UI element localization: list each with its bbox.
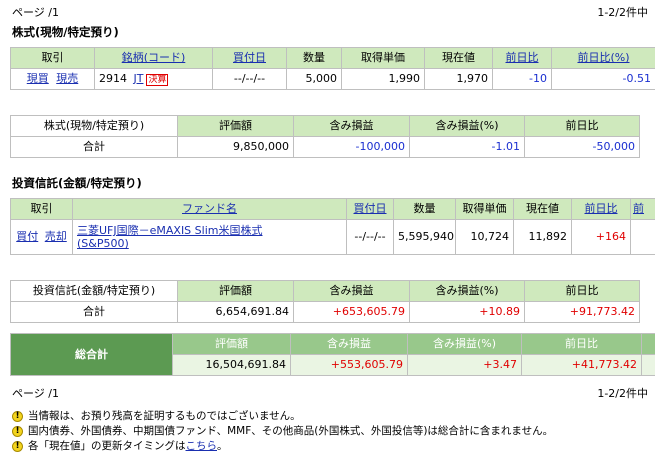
col-cost: 取得単価 [455,198,514,220]
note-item: ! 当情報は、お預り残高を証明するものではございません。 [12,409,652,424]
pager-bottom: ページ /1 1-2/2件中 [12,387,648,401]
page-indicator: ページ /1 [12,387,59,400]
table-row: 現買 現売 2914 JT 決算 --/--/-- 5,000 1,990 1,9… [10,68,655,90]
grand-day-change: +41,773.42 [521,354,642,376]
current-price: 11,892 [513,219,572,255]
buy-date: --/--/-- [346,219,394,255]
quantity: 5,000 [286,68,342,90]
funds-unrealized-pct: +10.89 [409,301,525,323]
result-count: 1-2/2件中 [597,6,648,19]
funds-summary-label: 投資信託(金額/特定預り) [10,280,178,302]
stocks-unrealized-pct: -1.01 [409,136,525,158]
cost-price: 1,990 [341,68,425,90]
grand-valuation: 16,504,691.84 [172,354,291,376]
grand-total-table: 総合計 評価額 含み損益 含み損益(%) 前日比 16,504,691.84 +… [10,333,655,376]
funds-table: 取引 ファンド名 買付日 数量 取得単価 現在値 前日比 前 買付 売却 三菱U… [10,198,655,255]
funds-header-row: 取引 ファンド名 買付日 数量 取得単価 現在値 前日比 前 [10,198,655,220]
day-change: +164 [571,219,631,255]
col-day-change: 前日比 [521,333,642,355]
col-day-change: 前日比 [524,280,640,302]
note-text: 国内債券、外国債券、中期国債ファンド、MMF、その他商品(外国株式、外国投信等)… [28,425,554,438]
sort-by-change-pct-link[interactable]: 前 [633,202,644,215]
col-day-change: 前日比 [524,115,640,137]
quantity: 5,595,940 [393,219,456,255]
total-label: 合計 [10,301,178,323]
col-trade: 取引 [10,198,73,220]
note-text: 当情報は、お預り残高を証明するものではございません。 [28,410,301,423]
warning-icon: ! [12,411,23,422]
col-unrealized: 含み損益 [290,333,408,355]
warning-icon: ! [12,441,23,452]
fund-name-line1: 三菱UFJ国際－eMAXIS Slim米国株式 [77,224,263,237]
stocks-summary-label: 株式(現物/特定預り) [10,115,178,137]
col-valuation: 評価額 [177,115,294,137]
stocks-header-row: 取引 銘柄(コード) 買付日 数量 取得単価 現在値 前日比 前日比(%) [10,47,655,69]
fund-sell-link[interactable]: 売却 [45,230,67,243]
stocks-summary-table: 株式(現物/特定預り) 評価額 含み損益 含み損益(%) 前日比 合計 9,85… [10,115,640,158]
stocks-day-change: -50,000 [524,136,640,158]
stocks-valuation: 9,850,000 [177,136,294,158]
stocks-section-title: 株式(現物/特定預り) [12,25,119,39]
stock-code: 2914 [99,72,127,85]
grand-unrealized-pct: +3.47 [407,354,522,376]
funds-section-title: 投資信託(金額/特定預り) [12,176,142,190]
col-quantity: 数量 [393,198,456,220]
note-item: ! 各「現在値」の更新タイミングは こちら。 [12,439,652,454]
cash-sell-link[interactable]: 現売 [56,72,78,85]
page-indicator: ページ /1 [12,6,59,19]
cash-buy-link[interactable]: 現買 [27,72,49,85]
stock-name-link[interactable]: JT [134,72,144,85]
note-text-tail: 。 [217,440,228,453]
fund-buy-link[interactable]: 買付 [16,230,38,243]
funds-day-change: +91,773.42 [524,301,640,323]
day-change-pct: -0.51 [551,68,655,90]
update-timing-link[interactable]: こちら [186,440,218,453]
col-price: 現在値 [513,198,572,220]
col-unrealized: 含み損益 [293,115,410,137]
sort-by-date-link[interactable]: 買付日 [354,202,387,215]
sort-by-issue-link[interactable]: 銘柄(コード) [122,51,186,64]
warning-icon: ! [12,426,23,437]
table-row: 買付 売却 三菱UFJ国際－eMAXIS Slim米国株式 (S&P500) --… [10,219,655,255]
cost-price: 10,724 [455,219,514,255]
col-unrealized-pct: 含み損益(%) [407,333,522,355]
col-valuation: 評価額 [172,333,291,355]
funds-valuation: 6,654,691.84 [177,301,294,323]
fund-name-line2: (S&P500) [77,237,129,250]
buy-date: --/--/-- [212,68,287,90]
sort-by-date-link[interactable]: 買付日 [233,51,266,64]
note-text: 各「現在値」の更新タイミングは [28,440,186,453]
stocks-unrealized: -100,000 [293,136,410,158]
col-unrealized: 含み損益 [293,280,410,302]
col-unrealized-pct: 含み損益(%) [409,115,525,137]
sort-by-change-pct-link[interactable]: 前日比(%) [577,51,629,64]
sort-by-change-link[interactable]: 前日比 [506,51,539,64]
earnings-badge: 決算 [146,74,169,86]
col-unrealized-pct: 含み損益(%) [409,280,525,302]
col-valuation: 評価額 [177,280,294,302]
funds-summary-table: 投資信託(金額/特定預り) 評価額 含み損益 含み損益(%) 前日比 合計 6,… [10,280,640,323]
day-change-pct [630,219,655,255]
notes-list: ! 当情報は、お預り残高を証明するものではございません。 ! 国内債券、外国債券… [12,409,652,454]
note-item: ! 国内債券、外国債券、中期国債ファンド、MMF、その他商品(外国株式、外国投信… [12,424,652,439]
sort-by-fund-link[interactable]: ファンド名 [182,202,237,215]
pager-top: ページ /1 1-2/2件中 [12,6,648,20]
day-change: -10 [492,68,552,90]
col-price: 現在値 [424,47,493,69]
col-trade: 取引 [10,47,95,69]
grand-unrealized: +553,605.79 [290,354,408,376]
stocks-table: 取引 銘柄(コード) 買付日 数量 取得単価 現在値 前日比 前日比(%) 現買… [10,47,655,90]
funds-unrealized: +653,605.79 [293,301,410,323]
current-price: 1,970 [424,68,493,90]
fund-name-link[interactable]: 三菱UFJ国際－eMAXIS Slim米国株式 (S&P500) [77,224,262,250]
sort-by-change-link[interactable]: 前日比 [585,202,618,215]
result-count: 1-2/2件中 [597,387,648,400]
grand-total-label: 総合計 [10,333,173,376]
total-label: 合計 [10,136,178,158]
col-quantity: 数量 [286,47,342,69]
col-cost: 取得単価 [341,47,425,69]
